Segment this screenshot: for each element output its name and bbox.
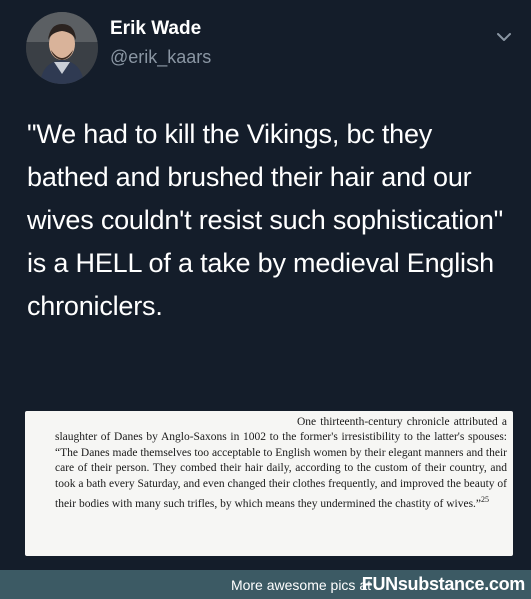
footer-text: More awesome pics at	[230, 577, 371, 593]
excerpt-body: One thirteenth-century chronicle attribu…	[55, 416, 507, 510]
footnote-marker: 25	[481, 495, 490, 505]
quoted-book-excerpt: One thirteenth-century chronicle attribu…	[25, 411, 513, 556]
tweet-text: "We had to kill the Vikings, bc they bat…	[27, 119, 504, 321]
excerpt-text: One thirteenth-century chronicle attribu…	[55, 415, 507, 512]
avatar[interactable]	[26, 12, 98, 84]
author-handle[interactable]: @erik_kaars	[110, 47, 211, 68]
brand-suffix: substance	[397, 574, 485, 594]
brand-logo[interactable]: FUNsubstance.com	[361, 574, 526, 595]
avatar-image	[26, 12, 98, 84]
author-name[interactable]: Erik Wade	[110, 18, 201, 40]
watermark-footer: More awesome pics at FUNsubstance.com	[0, 570, 531, 599]
brand-prefix: FUN	[361, 574, 398, 594]
tweet-card: Erik Wade @erik_kaars "We had to kill th…	[0, 0, 531, 570]
brand-tld: .com	[484, 574, 525, 594]
chevron-down-icon[interactable]	[496, 30, 512, 42]
